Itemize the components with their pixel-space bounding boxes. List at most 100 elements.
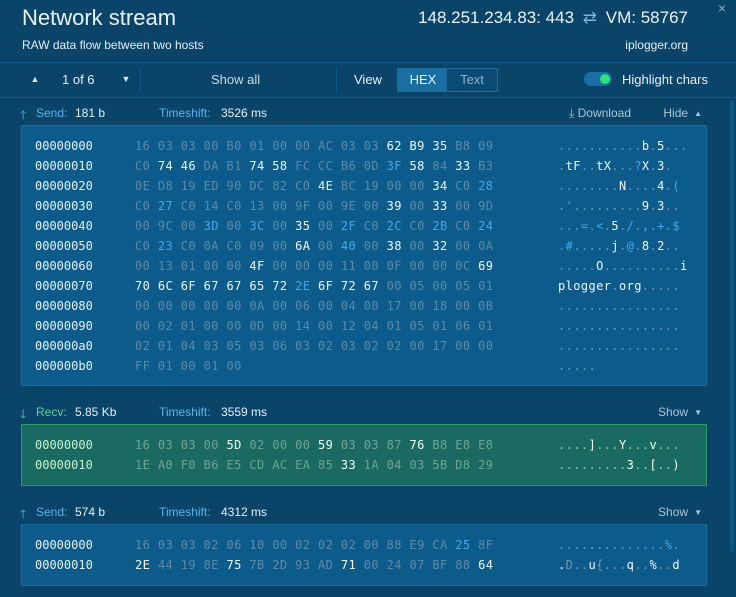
row-bytes: 00 13 01 00 00 4F 00 00 00 11 00 0F 00 0… (135, 259, 494, 273)
row-offset: 00000050 (35, 239, 93, 253)
toolbar: ▲ 1 of 6 ▼ Show all View HEX Text Highli… (0, 62, 736, 98)
row-bytes: 00 00 00 00 00 0A 00 06 00 04 00 17 00 1… (135, 299, 494, 313)
swap-arrows-icon: ⇄ (582, 8, 598, 27)
hex-row: 000000a0 02 01 04 03 05 03 06 03 02 03 02… (22, 336, 706, 356)
row-ascii: .tF..tX...?X.3. (558, 159, 673, 173)
section-header-send: 🡑 Send: 181 b Timeshift: 3526 ms ⤓ Downl… (0, 106, 736, 126)
down-arrow-icon: 🡓 (20, 407, 27, 421)
packet-size: 574 b (75, 505, 106, 519)
row-bytes: 16 03 03 00 5D 02 00 00 59 03 03 87 76 B… (135, 438, 494, 452)
download-button[interactable]: ⤓ Download (569, 106, 631, 121)
hex-row: 00000080 00 00 00 00 00 0A 00 06 00 04 00… (22, 296, 706, 316)
download-label: Download (577, 106, 631, 120)
prev-page-button[interactable]: ▲ (24, 67, 46, 91)
row-bytes: 16 03 03 00 B0 01 00 00 AC 03 03 62 B9 3… (135, 139, 494, 153)
direction-label: Send: (36, 106, 68, 120)
caret-down-icon: ▼ (694, 508, 702, 517)
hex-row: 00000060 00 13 01 00 00 4F 00 00 00 11 00… (22, 256, 706, 276)
triangle-down-icon: ▼ (121, 74, 131, 84)
row-bytes: C0 23 C0 0A C0 09 00 6A 00 40 00 38 00 3… (135, 239, 494, 253)
row-ascii: ................ (558, 299, 680, 313)
download-icon: ⤓ (568, 106, 575, 120)
row-offset: 00000010 (35, 159, 93, 173)
triangle-up-icon: ▲ (30, 74, 40, 84)
row-ascii: ..............%. (558, 538, 680, 552)
hex-row: 00000000 16 03 03 00 B0 01 00 00 AC 03 03… (22, 136, 706, 156)
toggle-knob (600, 74, 610, 84)
row-ascii: .....O..........i (558, 259, 688, 273)
view-text-button[interactable]: Text (446, 68, 498, 92)
hide-label: Hide (663, 106, 689, 120)
hex-row: 00000040 00 9C 00 3D 00 3C 00 35 00 2F C0… (22, 216, 706, 236)
hex-row: 00000020 0E D8 19 ED 90 DC 82 C0 4E BC 19… (22, 176, 706, 196)
caret-down-icon: ▼ (694, 408, 702, 417)
window-title: Network stream (22, 5, 177, 30)
row-bytes: 00 9C 00 3D 00 3C 00 35 00 2F C0 2C C0 2… (135, 219, 494, 233)
timeshift-value: 3559 ms (221, 405, 268, 419)
row-bytes: 70 6C 6F 67 67 65 72 2E 6F 72 67 00 05 0… (135, 279, 494, 293)
timeshift-label: Timeshift: (159, 106, 211, 120)
row-offset: 00000040 (35, 219, 93, 233)
hex-row: 00000010 C0 74 46 DA B1 74 58 FC CC B6 0D… (22, 156, 706, 176)
row-ascii: ...........b.5... (558, 139, 688, 153)
hex-row: 00000070 70 6C 6F 67 67 65 72 2E 6F 72 67… (22, 276, 706, 296)
section-header-send: 🡑 Send: 574 b Timeshift: 4312 ms Show ▼ (0, 505, 736, 525)
row-bytes: 16 03 03 02 06 10 00 02 02 02 00 88 E9 C… (135, 538, 494, 552)
highlight-chars-toggle[interactable] (584, 72, 612, 86)
direction-label: Send: (36, 505, 68, 519)
row-ascii: ....]...Y...v... (558, 438, 680, 452)
show-button[interactable]: Show ▼ (658, 505, 702, 519)
hex-row: 00000050 C0 23 C0 0A C0 09 00 6A 00 40 00… (22, 236, 706, 256)
highlight-chars-label: Highlight chars (622, 72, 708, 87)
packet-size: 5.85 Kb (75, 405, 117, 419)
timeshift-value: 4312 ms (221, 505, 268, 519)
brand-label: iplogger.org (625, 38, 688, 52)
view-hex-button[interactable]: HEX (397, 68, 449, 92)
hex-panel-send[interactable]: 00000000 16 03 03 02 06 10 00 02 02 02 00… (21, 524, 707, 586)
direction-label: Recv: (36, 405, 67, 419)
next-page-button[interactable]: ▼ (115, 67, 137, 91)
remote-address: 148.251.234.83: 443 (418, 8, 575, 27)
view-label: View (354, 72, 382, 87)
collapsed-fade (22, 469, 706, 485)
row-bytes: C0 74 46 DA B1 74 58 FC CC B6 0D 3F 58 8… (135, 159, 494, 173)
show-label: Show (658, 505, 689, 519)
caret-up-icon: ▲ (694, 109, 702, 118)
hex-row: 00000090 00 02 01 00 00 0D 00 14 00 12 04… (22, 316, 706, 336)
row-offset: 00000000 (35, 139, 93, 153)
toolbar-divider (140, 67, 141, 93)
hex-row: 00000030 C0 27 C0 14 C0 13 00 9F 00 9E 00… (22, 196, 706, 216)
header: Network stream RAW data flow between two… (0, 0, 736, 60)
row-bytes: FF 01 00 01 00 (135, 359, 242, 373)
row-bytes: 0E D8 19 ED 90 DC 82 C0 4E BC 19 00 00 3… (135, 179, 494, 193)
show-all-button[interactable]: Show all (211, 72, 260, 87)
row-ascii: plogger.org..... (558, 279, 680, 293)
packet-size: 181 b (75, 106, 106, 120)
connection-info: 148.251.234.83: 443 ⇄ VM: 58767 (418, 8, 688, 28)
hex-row: 00000000 16 03 03 02 06 10 00 02 02 02 00… (22, 535, 706, 555)
row-ascii: .'.........9.3.. (558, 199, 680, 213)
row-bytes: 02 01 04 03 05 03 06 03 02 03 02 02 00 1… (135, 339, 494, 353)
row-ascii: ..... (558, 359, 597, 373)
row-bytes: C0 27 C0 14 C0 13 00 9F 00 9E 00 39 00 3… (135, 199, 494, 213)
toolbar-divider (336, 67, 337, 93)
row-offset: 000000b0 (35, 359, 93, 373)
hide-button[interactable]: Hide ▲ (663, 106, 702, 120)
row-ascii: ........N....4.( (558, 179, 680, 193)
row-ascii: ...=.<.5./.,.+.$ (558, 219, 680, 233)
up-arrow-icon: 🡑 (20, 108, 27, 122)
row-ascii: ................ (558, 319, 680, 333)
hex-panel-recv[interactable]: 00000000 16 03 03 00 5D 02 00 00 59 03 03… (21, 424, 707, 486)
show-label: Show (658, 405, 689, 419)
hex-row: 00000000 16 03 03 00 5D 02 00 00 59 03 03… (22, 435, 706, 455)
scrollbar[interactable] (730, 100, 734, 552)
row-offset: 00000000 (35, 538, 93, 552)
hex-row: 000000b0 FF 01 00 01 00..... (22, 356, 706, 376)
window-subtitle: RAW data flow between two hosts (22, 38, 204, 52)
hex-panel-send[interactable]: 00000000 16 03 03 00 B0 01 00 00 AC 03 03… (21, 125, 707, 386)
row-offset: 00000020 (35, 179, 93, 193)
row-offset: 00000080 (35, 299, 93, 313)
close-icon[interactable]: × (718, 0, 726, 16)
row-offset: 00000090 (35, 319, 93, 333)
show-button[interactable]: Show ▼ (658, 405, 702, 419)
